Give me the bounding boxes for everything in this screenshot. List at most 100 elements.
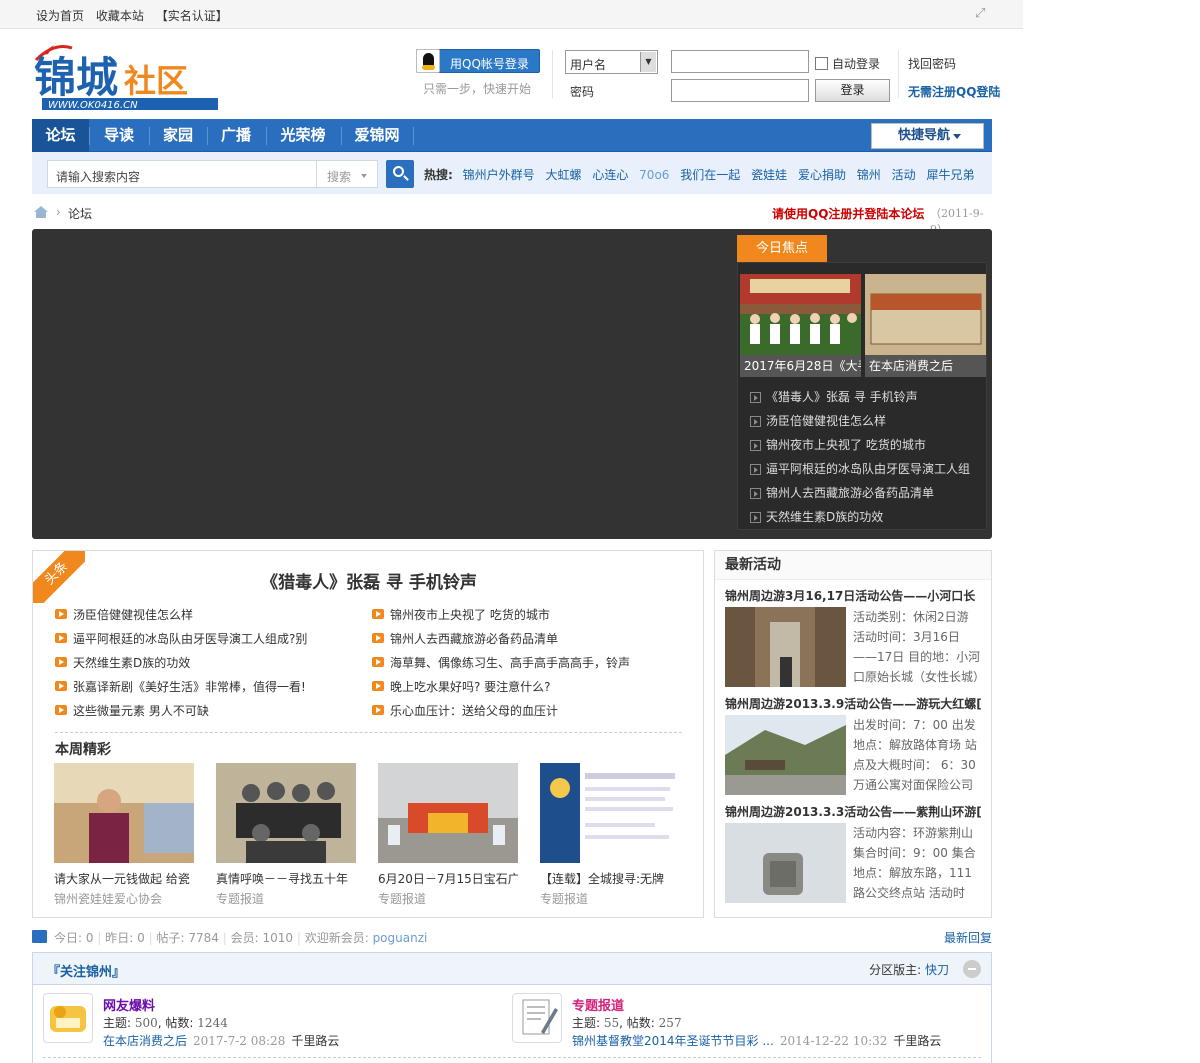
hot-label: 热搜:	[424, 168, 453, 182]
weekly-image[interactable]	[540, 763, 680, 863]
last-post-title[interactable]: 锦州基督教堂2014年圣诞节节目彩 ...	[572, 1034, 774, 1048]
username-input[interactable]	[671, 50, 809, 73]
activity-title[interactable]: 锦州周边游2013.3.3活动公告——紫荆山环游[	[725, 803, 987, 820]
focus-list-item[interactable]: 锦州人去西藏旅游必备药品清单	[748, 481, 983, 505]
weekly-item-title[interactable]: 【连载】全城搜寻:无牌	[540, 870, 680, 887]
fullscreen-icon[interactable]: ⤢	[975, 7, 989, 21]
headline-item[interactable]: 锦州夜市上央视了 吃货的城市	[372, 603, 692, 627]
headline-item[interactable]: 逼平阿根廷的冰岛队由牙医导演工人组成?别	[55, 627, 375, 651]
nav-broadcast[interactable]: 广播	[208, 119, 264, 152]
new-member-link[interactable]: poguanzi	[373, 931, 428, 945]
search-type-select[interactable]: 搜索	[317, 160, 378, 188]
hot-keyword[interactable]: 我们在一起	[680, 168, 740, 182]
nav-guide[interactable]: 导读	[91, 119, 147, 152]
hot-keyword[interactable]: 瓷娃娃	[751, 168, 787, 182]
focus-list-item[interactable]: 汤臣倍健健视佳怎么样	[748, 409, 983, 433]
activity-title[interactable]: 锦州周边游3月16,17日活动公告——小河口长	[725, 587, 987, 604]
hot-keyword[interactable]: 锦州户外群号	[463, 168, 535, 182]
activity-image[interactable]	[725, 607, 846, 687]
board-icon[interactable]	[43, 993, 93, 1043]
top-bar: 设为首页 收藏本站 【实名认证】 ⤢	[0, 0, 1023, 29]
find-password-link[interactable]: 找回密码	[908, 55, 956, 72]
activity-desc: 活动类别：休闲2日游 活动时间：3月16日——17日 目的地：小河口原始长城（女…	[853, 610, 981, 684]
nav-honor[interactable]: 光荣榜	[267, 119, 339, 152]
weekly-item[interactable]: 6月20日－7月15日宝石广 专题报道	[378, 763, 518, 907]
login-button[interactable]: 登录	[815, 79, 890, 102]
board-icon[interactable]	[512, 993, 562, 1043]
last-post-user[interactable]: 千里路云	[291, 1034, 339, 1048]
headline-item[interactable]: 这些微量元素 男人不可缺	[55, 699, 375, 723]
hot-keyword[interactable]: 犀牛兄弟	[926, 168, 974, 182]
weekly-item[interactable]: 真情呼唤－－寻找五十年 专题报道	[216, 763, 356, 907]
weekly-item-source[interactable]: 锦州瓷娃娃爱心协会	[54, 890, 194, 907]
focus-list-item[interactable]: 《猎毒人》张磊 寻 手机铃声	[748, 385, 983, 409]
last-post-user[interactable]: 千里路云	[893, 1034, 941, 1048]
headline-item[interactable]: 张嘉译新剧《美好生活》非常棒，值得一看!	[55, 675, 375, 699]
weekly-image[interactable]	[54, 763, 194, 863]
weekly-item[interactable]: 【连载】全城搜寻:无牌 专题报道	[540, 763, 680, 907]
quick-nav-button[interactable]: 快捷导航	[871, 123, 984, 149]
headline-title[interactable]: 《猎毒人》张磊 寻 手机铃声	[33, 568, 705, 593]
hot-keyword[interactable]: 活动	[892, 168, 916, 182]
hot-keyword[interactable]: 爱心捐助	[798, 168, 846, 182]
no-register-qq-link[interactable]: 无需注册QQ登陆	[908, 83, 1000, 100]
headline-item[interactable]: 晚上吃水果好吗? 要注意什么?	[372, 675, 692, 699]
hot-keyword[interactable]: 大虹螺	[545, 168, 581, 182]
hot-keyword[interactable]: 心连心	[592, 168, 628, 182]
nav-forum[interactable]: 论坛	[32, 119, 89, 152]
qq-login-button[interactable]: 用QQ帐号登录	[416, 49, 540, 73]
weekly-item-source[interactable]: 专题报道	[216, 890, 356, 907]
board-name[interactable]: 专题报道	[572, 995, 624, 1014]
forum-section-header: 『关注锦州』 分区版主: 快刀	[33, 953, 991, 985]
weekly-item-title[interactable]: 6月20日－7月15日宝石广	[378, 870, 518, 887]
today-focus-tab[interactable]: 今日焦点	[737, 235, 827, 267]
weekly-image[interactable]	[378, 763, 518, 863]
activity-image[interactable]	[725, 823, 846, 903]
username-type-select[interactable]: 用户名 ▼	[565, 50, 658, 74]
weekly-item-title[interactable]: 请大家从一元钱做起 给瓷	[54, 870, 194, 887]
moderator-link[interactable]: 快刀	[925, 963, 949, 977]
last-post-title[interactable]: 在本店消费之后	[103, 1034, 187, 1048]
focus-list-item[interactable]: 逼平阿根廷的冰岛队由牙医导演工人组	[748, 457, 983, 481]
focus-caption-2[interactable]: 在本店消费之后	[865, 355, 986, 377]
headline-item[interactable]: 锦州人去西藏旅游必备药品清单	[372, 627, 692, 651]
realname-link[interactable]: 【实名认证】	[156, 9, 228, 23]
focus-image-1[interactable]	[740, 274, 861, 355]
collapse-icon[interactable]	[963, 960, 981, 978]
focus-caption-1[interactable]: 2017年6月28日《大手	[740, 355, 861, 377]
site-logo[interactable]: 锦城 社区 WWW.OK0416.CN	[32, 42, 222, 112]
qq-register-notice[interactable]: 请使用QQ注册并登陆本论坛	[772, 205, 924, 222]
weekly-item-source[interactable]: 专题报道	[540, 890, 680, 907]
nav-aijin[interactable]: 爱锦网	[342, 119, 412, 152]
breadcrumb-current[interactable]: 论坛	[68, 205, 92, 222]
bookmark-link[interactable]: 收藏本站	[96, 9, 144, 23]
headline-item[interactable]: 海草舞、偶像练习生、高手高手高高手，铃声	[372, 651, 692, 675]
activity-image[interactable]	[725, 715, 846, 795]
headline-item[interactable]: 汤臣倍健健视佳怎么样	[55, 603, 375, 627]
hot-keyword[interactable]: 70o6	[639, 168, 669, 182]
latest-reply-link[interactable]: 最新回复	[944, 929, 992, 946]
set-homepage-link[interactable]: 设为首页	[36, 9, 84, 23]
search-button[interactable]	[386, 160, 414, 188]
activity-title[interactable]: 锦州周边游2013.3.9活动公告——游玩大红螺[	[725, 695, 987, 712]
headline-item[interactable]: 乐心血压计：送给父母的血压计	[372, 699, 692, 723]
home-icon[interactable]	[34, 206, 48, 218]
focus-list-item[interactable]: 天然维生素D族的功效	[748, 505, 983, 529]
hot-keyword[interactable]: 锦州	[857, 168, 881, 182]
weekly-image[interactable]	[216, 763, 356, 863]
weekly-item[interactable]: 请大家从一元钱做起 给瓷 锦州瓷娃娃爱心协会	[54, 763, 194, 907]
password-input[interactable]	[671, 79, 809, 102]
forum-section-title[interactable]: 『关注锦州』	[47, 961, 125, 980]
focus-list-item[interactable]: 锦州夜市上央视了 吃货的城市	[748, 433, 983, 457]
activity-item[interactable]: 锦州周边游2013.3.3活动公告——紫荆山环游[ 活动内容：环游紫荆山 集合时…	[725, 803, 987, 903]
focus-image-2[interactable]	[865, 274, 986, 355]
nav-home[interactable]: 家园	[150, 119, 206, 152]
board-name[interactable]: 网友爆料	[103, 995, 155, 1014]
headline-item[interactable]: 天然维生素D族的功效	[55, 651, 375, 675]
search-input[interactable]: 请输入搜索内容	[47, 160, 317, 188]
weekly-item-source[interactable]: 专题报道	[378, 890, 518, 907]
auto-login-checkbox[interactable]	[815, 57, 828, 70]
activity-item[interactable]: 锦州周边游2013.3.9活动公告——游玩大红螺[ 出发时间：7：00 出发地点…	[725, 695, 987, 795]
activity-item[interactable]: 锦州周边游3月16,17日活动公告——小河口长 活动类别：休闲2日游 活动时间：…	[725, 587, 987, 687]
weekly-item-title[interactable]: 真情呼唤－－寻找五十年	[216, 870, 356, 887]
